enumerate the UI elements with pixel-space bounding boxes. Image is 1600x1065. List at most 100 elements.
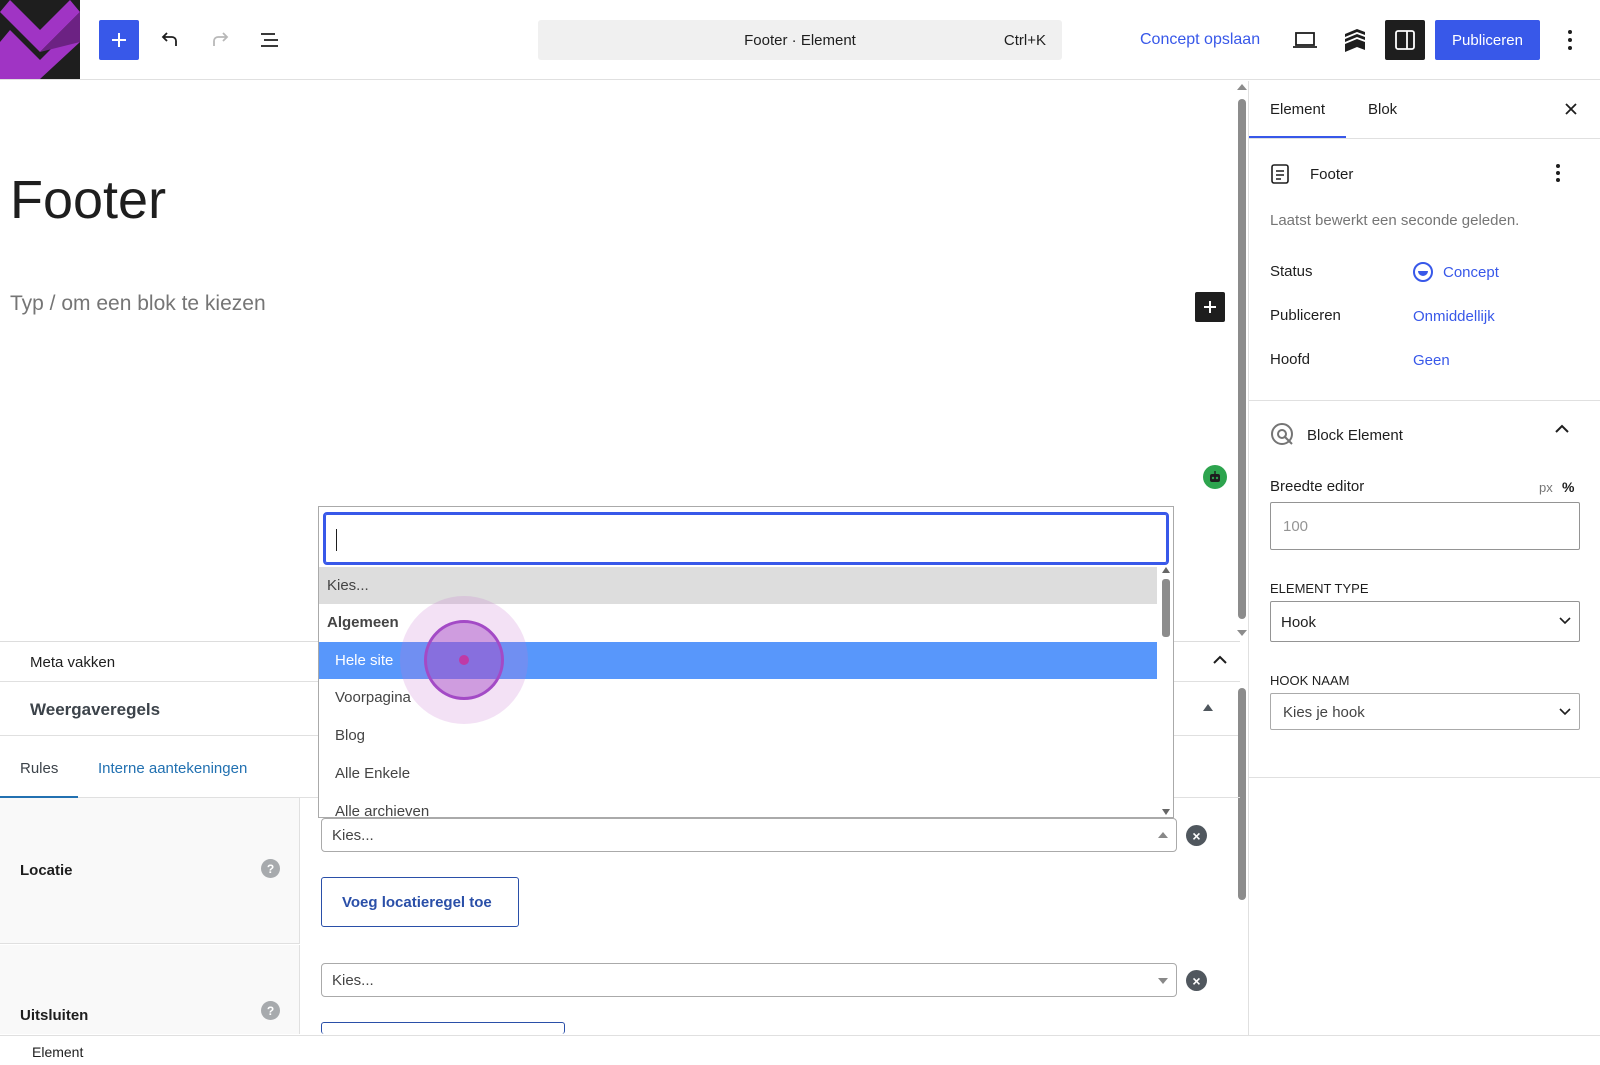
assistant-robot-icon[interactable] (1203, 465, 1227, 489)
add-location-rule-button[interactable]: Voeg locatieregel toe (321, 877, 519, 927)
option-label: Blog (335, 727, 366, 744)
status-value[interactable]: Concept (1443, 264, 1499, 281)
close-icon[interactable] (1563, 101, 1579, 117)
block-element-title: Block Element (1307, 427, 1403, 444)
parent-value[interactable]: Geen (1413, 352, 1450, 369)
rules-table: Locatie ? Kies... × Voeg locatieregel to… (0, 798, 1236, 1034)
command-title: Footer · Element (744, 32, 856, 49)
publish-label: Publiceren (1270, 307, 1341, 324)
block-inserter-button[interactable] (1195, 292, 1225, 322)
document-icon (1271, 164, 1289, 184)
tab-block[interactable]: Blok (1368, 101, 1397, 118)
block-element-panel: Block Element Breedte editor px % 100 EL… (1249, 400, 1600, 778)
dropdown-scrollbar[interactable] (1160, 565, 1172, 817)
dropdown-search-input[interactable] (323, 512, 1169, 565)
option-label: Alle archieven (335, 803, 430, 817)
command-palette[interactable]: Footer · Element Ctrl+K (538, 20, 1062, 60)
save-draft-button[interactable]: Concept opslaan (1140, 31, 1260, 49)
publish-date-value[interactable]: Onmiddellijk (1413, 308, 1495, 325)
hook-name-select[interactable]: Kies je hook (1270, 693, 1580, 730)
add-location-rule-label: Voeg locatieregel toe (342, 894, 492, 911)
exclude-row-label: Uitsluiten ? (0, 945, 300, 1034)
hook-name-value: Kies je hook (1283, 704, 1365, 721)
location-label: Locatie (20, 862, 73, 879)
redo-button[interactable] (200, 20, 240, 60)
editor-footer: Element (0, 1035, 1600, 1065)
text-cursor (336, 529, 337, 551)
editor-width-input[interactable]: 100 (1270, 502, 1580, 550)
location-select[interactable]: Kies... (321, 818, 1177, 852)
breadcrumb[interactable]: Element (32, 1044, 83, 1060)
exclude-label: Uitsluiten (20, 1007, 89, 1024)
chevron-up-icon[interactable] (1212, 654, 1228, 666)
settings-sidebar-toggle[interactable] (1385, 20, 1425, 60)
post-title[interactable]: Footer (10, 169, 166, 231)
dropdown-option[interactable]: Alle Enkele (319, 755, 1157, 792)
publish-button[interactable]: Publiceren (1435, 20, 1540, 60)
location-row-label: Locatie ? (0, 798, 300, 944)
element-type-select[interactable]: Hook (1270, 601, 1580, 642)
location-select-value: Kies... (332, 827, 374, 844)
hook-name-label: HOOK NAAM (1270, 673, 1350, 688)
post-summary-panel: Footer Laatst bewerkt een seconde gelede… (1249, 138, 1600, 400)
more-vertical-icon (1568, 30, 1572, 50)
parent-label: Hoofd (1270, 351, 1311, 368)
select-arrow-up-icon (1158, 832, 1168, 838)
display-rules-title: Weergaveregels (30, 700, 161, 719)
chevron-down-icon (1559, 617, 1571, 625)
undo-button[interactable] (150, 20, 190, 60)
top-toolbar: Footer · Element Ctrl+K Concept opslaan … (0, 0, 1600, 80)
remove-exclude-rule-icon[interactable]: × (1186, 970, 1207, 991)
command-shortcut: Ctrl+K (1003, 32, 1046, 49)
group-label: Algemeen (327, 614, 399, 631)
plus-icon (1204, 301, 1216, 313)
option-label: Alle Enkele (335, 765, 411, 782)
site-logo-icon[interactable] (0, 0, 80, 79)
block-placeholder[interactable]: Typ / om een blok te kiezen (10, 292, 266, 316)
scroll-down-arrow-icon[interactable] (1237, 630, 1247, 636)
dropdown-option[interactable]: Blog (319, 717, 1157, 754)
exclude-select-value: Kies... (332, 972, 374, 989)
document-overview-button[interactable] (250, 20, 290, 60)
tab-internal-notes[interactable]: Interne aantekeningen (98, 760, 247, 777)
draft-status-icon (1413, 262, 1433, 282)
tab-element[interactable]: Element (1270, 101, 1325, 118)
chevron-up-icon[interactable] (1554, 423, 1570, 435)
option-label: Hele site (335, 652, 394, 669)
remove-location-rule-icon[interactable]: × (1186, 825, 1207, 846)
plus-icon (112, 33, 126, 47)
post-name: Footer (1310, 166, 1354, 183)
help-icon[interactable]: ? (261, 859, 280, 878)
desktop-preview-icon (1293, 32, 1317, 48)
click-indicator (400, 596, 528, 724)
more-vertical-icon[interactable] (1555, 163, 1561, 183)
undo-icon (161, 32, 177, 46)
options-menu-button[interactable] (1550, 20, 1590, 60)
element-type-value: Hook (1281, 614, 1317, 631)
select-arrow-down-icon (1158, 978, 1168, 984)
editor-width-label: Breedte editor (1270, 478, 1365, 495)
preview-button[interactable] (1285, 20, 1325, 60)
unit-percent-toggle[interactable]: % (1562, 479, 1574, 495)
unit-px-toggle[interactable]: px (1539, 480, 1553, 495)
add-block-button[interactable] (99, 20, 139, 60)
editor-scrollbar[interactable] (1238, 99, 1246, 619)
settings-sidebar: Element Blok Footer Laatst bewerkt een s… (1248, 81, 1600, 1035)
scroll-up-arrow-icon[interactable] (1237, 84, 1247, 90)
add-exclude-rule-button[interactable] (321, 1022, 565, 1034)
list-view-icon (261, 33, 278, 47)
chevron-down-icon (1559, 708, 1571, 716)
dropdown-option[interactable]: Alle archieven (319, 793, 1157, 817)
option-label: Kies... (327, 577, 369, 594)
sidebar-icon (1395, 30, 1415, 50)
help-icon[interactable]: ? (261, 1001, 280, 1020)
tab-rules[interactable]: Rules (20, 760, 58, 777)
collapse-arrow-icon[interactable] (1203, 704, 1213, 711)
block-element-icon (1271, 423, 1293, 445)
editor-width-placeholder: 100 (1283, 518, 1309, 535)
plugin-logo-icon (1345, 29, 1365, 52)
status-label: Status (1270, 263, 1313, 280)
plugin-button[interactable] (1335, 20, 1375, 60)
exclude-select[interactable]: Kies... (321, 963, 1177, 997)
redo-icon (213, 32, 229, 46)
